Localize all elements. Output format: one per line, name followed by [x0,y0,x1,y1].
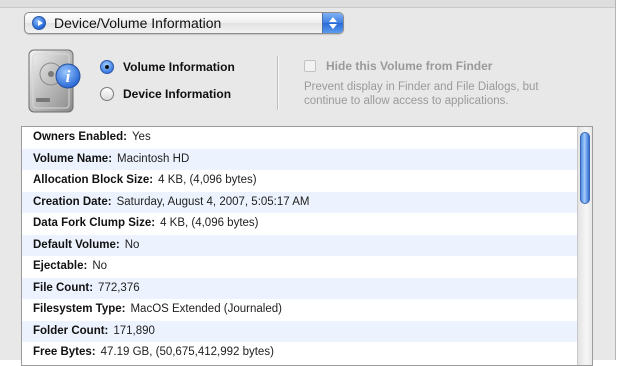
info-type-popup-label: Device/Volume Information [54,15,222,31]
radio-volume-information-label: Volume Information [123,60,235,74]
info-key: File Count: [33,281,94,294]
info-value: 4 KB, (4,096 bytes) [158,174,257,186]
hard-disk-info-icon: i [28,49,81,113]
info-value: No [92,260,108,272]
info-type-popup[interactable]: Device/Volume Information [24,12,344,34]
info-value: Macintosh HD [117,152,190,165]
vertical-divider [277,56,279,110]
info-key: Filesystem Type: [33,303,126,315]
info-value: No [124,238,140,251]
info-key: Owners Enabled: [33,131,127,143]
info-key: Free Bytes: [33,346,96,358]
list-item: Default Volume: No [22,234,577,256]
info-key: Folder Count: [33,324,109,337]
info-value: 47.19 GB, (50,675,412,992 bytes) [100,346,274,358]
radio-button-selected[interactable] [100,60,114,74]
volume-info-panel: Device/Volume Information i Volume Infor… [0,0,616,366]
vertical-scrollbar[interactable] [577,127,592,365]
info-value: 4 KB, (4,096 bytes) [160,217,259,229]
list-item: Free Bytes: 47.19 GB, (50,675,412,992 byt… [22,342,577,364]
info-key: Creation Date: [33,195,112,208]
radio-volume-information[interactable]: Volume Information [100,58,235,76]
info-value: 171,890 [113,324,155,337]
popup-stepper-arrows-icon[interactable] [322,13,343,33]
info-value: Yes [131,131,151,143]
hide-volume-checkbox[interactable] [304,60,316,72]
list-item: Allocation Block Size: 4 KB, (4,096 bytes… [22,170,577,192]
info-value: 772,376 [98,281,140,294]
info-value: MacOS Extended (Journaled) [130,303,282,315]
info-key: Default Volume: [33,238,120,251]
list-item: File Count: 772,376 [22,277,577,299]
list-item: Data Fork Clump Size: 4 KB, (4,096 bytes) [22,213,577,235]
radio-device-information[interactable]: Device Information [100,85,231,103]
play-circle-icon [32,16,46,30]
list-item: Creation Date: Saturday, August 4, 2007, … [22,191,577,213]
info-key: Ejectable: [33,260,88,272]
hide-volume-label: Hide this Volume from Finder [326,59,493,73]
info-key: Data Fork Clump Size: [33,217,156,229]
scrollbar-thumb[interactable] [580,132,590,204]
radio-device-information-label: Device Information [123,87,232,101]
radio-button-unselected[interactable] [100,87,114,101]
hide-volume-checkbox-row[interactable]: Hide this Volume from Finder [304,58,492,74]
window-top-edge [0,0,615,8]
info-value: Saturday, August 4, 2007, 5:05:17 AM [116,195,310,208]
list-item: Volume Name: Macintosh HD [22,148,577,170]
hide-volume-description: Prevent display in Finder and File Dialo… [304,81,539,107]
svg-text:i: i [66,67,71,86]
list-item: Folder Count: 171,890 [22,320,577,342]
info-key: Allocation Block Size: [33,174,154,186]
volume-info-list[interactable]: Owners Enabled: Yes Volume Name: Macintosh… [21,126,593,366]
list-item: Ejectable: No [22,256,577,278]
info-key: Volume Name: [33,152,113,165]
list-item: Filesystem Type: MacOS Extended (Journale… [22,299,577,321]
list-item: Owners Enabled: Yes [22,127,577,149]
